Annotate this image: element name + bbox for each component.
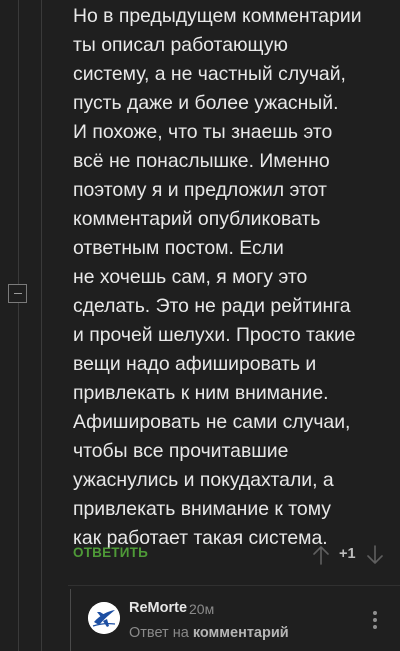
comment-line: и прочей шелухи. Просто такие [73, 324, 356, 346]
comment-line: вещи надо афишировать и [73, 353, 317, 375]
comment-line: не хочешь сам, я могу это [73, 266, 308, 288]
comment-line: привлекать внимание к тому [73, 498, 331, 520]
collapse-thread-button[interactable] [8, 284, 27, 303]
reply-time: 20м [189, 601, 215, 617]
reply-to-target-link[interactable]: комментарий [193, 625, 289, 641]
comment-line: систему, а не частный случай, [73, 63, 346, 85]
comment-line: Но в предыдущем комментарии [73, 5, 362, 27]
comment-rating: +1 [339, 546, 356, 562]
reply-to-info: Ответ на комментарий [129, 625, 289, 641]
reply-thread-line [70, 589, 71, 651]
more-options-button[interactable] [370, 609, 380, 631]
comment-line: привлекать к ним внимание. [73, 382, 329, 404]
comment-body: Но в предыдущем комментарии ты описал ра… [73, 2, 393, 553]
comment-line: пусть даже и более ужасный. [73, 92, 339, 114]
comment-line: ты описал работающую [73, 34, 288, 56]
comment-line: всё не понаслышке. Именно [73, 150, 330, 172]
collapse-minus-icon [13, 292, 22, 295]
comment-line: поэтому я и предложил этот [73, 179, 327, 201]
more-vertical-icon [373, 611, 377, 629]
thread-line-nested [41, 0, 42, 651]
comment-line: комментарий опубликовать [73, 208, 321, 230]
comment-line: ужаснулись и покудахтали, а [73, 469, 334, 491]
reply-to-prefix: Ответ на [129, 625, 189, 641]
arrow-down-icon [367, 545, 383, 564]
airplane-logo-avatar [88, 602, 120, 634]
comment-line: чтобы все прочитавшие [73, 440, 289, 462]
comment-divider [68, 585, 400, 586]
arrow-up-icon [313, 546, 329, 565]
reply-button[interactable]: ОТВЕТИТЬ [73, 545, 148, 560]
thread-line [18, 0, 19, 651]
vote-up-button[interactable] [311, 544, 331, 566]
comment-line: ответным постом. Если [73, 237, 284, 259]
comment-line: сделать. Это не ради рейтинга [73, 295, 351, 317]
avatar[interactable] [88, 602, 120, 634]
comment-line: И похоже, что ты знаешь это [73, 121, 333, 143]
comment-line: Афишировать не сами случаи, [73, 411, 351, 433]
vote-down-button[interactable] [365, 544, 385, 566]
reply-username[interactable]: ReMorte [129, 600, 187, 616]
